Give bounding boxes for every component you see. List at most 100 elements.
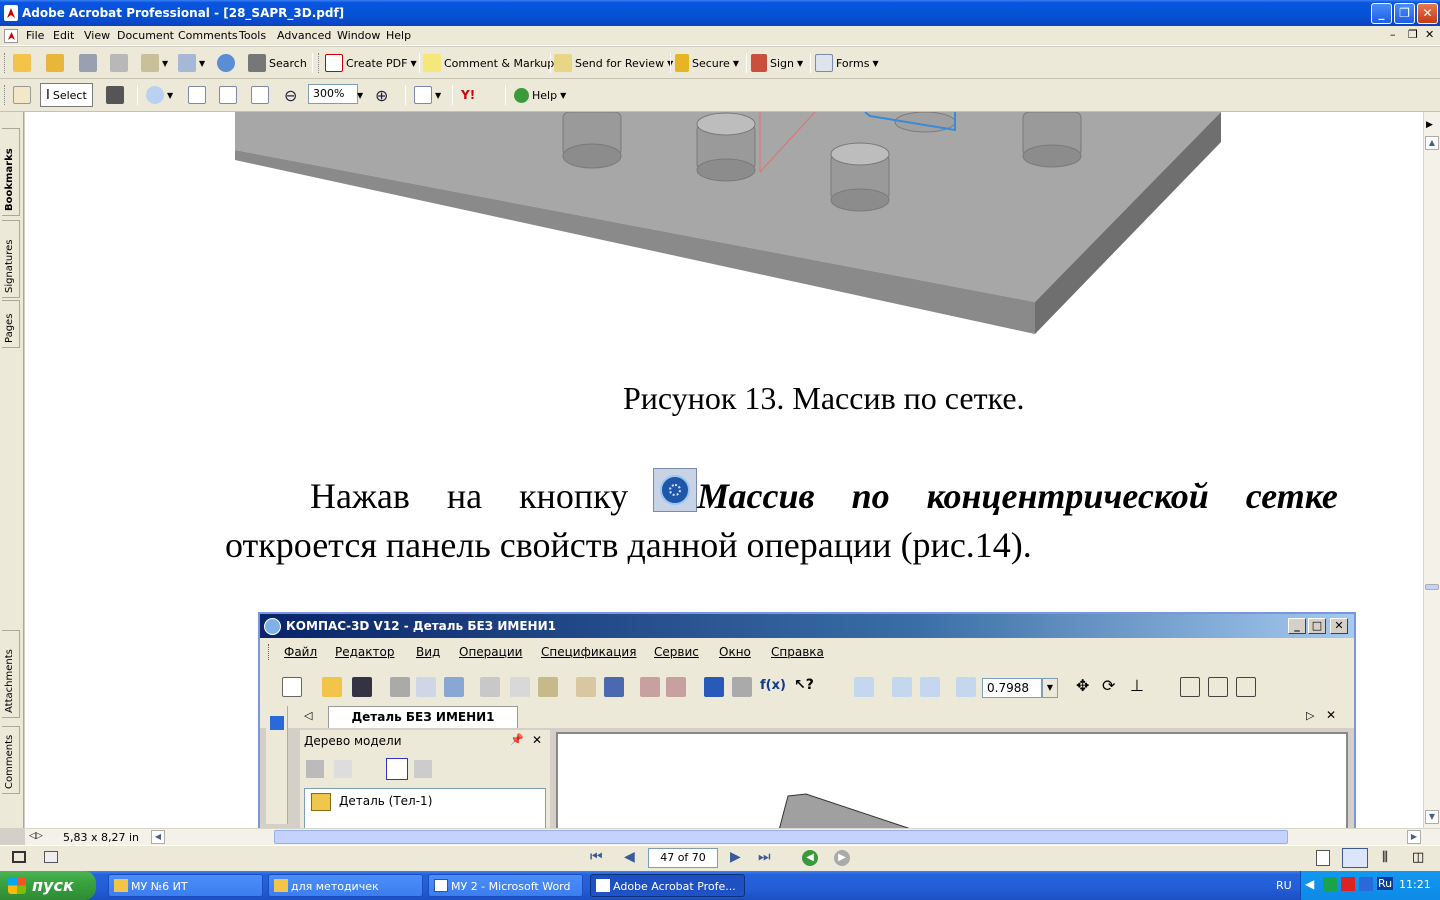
tab-comments[interactable]: Comments [2, 726, 20, 794]
zoom-in-button[interactable]: ⊕ [375, 84, 388, 106]
scroll-up-icon[interactable]: ▲ [1425, 136, 1439, 150]
go-back-icon[interactable]: ◀ [802, 850, 818, 866]
horizontal-scroll-thumb[interactable] [274, 830, 1288, 844]
kompas-undo-icon [640, 677, 660, 697]
document-icon[interactable] [4, 29, 18, 43]
send-review-label: Send for Review [575, 56, 665, 70]
menu-tools[interactable]: Tools [239, 29, 266, 42]
comment-markup-button[interactable]: Comment & Markup▼ [423, 52, 563, 74]
continuous-page-icon[interactable] [1342, 848, 1368, 868]
tray-arrow-icon[interactable]: ◀ [1305, 877, 1314, 891]
hand-tool-button[interactable] [13, 84, 31, 106]
scroll-down-icon[interactable]: ▼ [1425, 810, 1439, 824]
task-acrobat[interactable]: Adobe Acrobat Profe... [590, 874, 745, 897]
menu-bar: File Edit View Document Comments Tools A… [0, 26, 1440, 46]
go-forward-icon[interactable]: ▶ [834, 850, 850, 866]
first-page-icon[interactable]: ⏮ [590, 849, 603, 865]
task-label: для методичек [291, 880, 379, 893]
scroll-right-icon[interactable]: ▶ [1407, 830, 1421, 844]
document-view[interactable]: Рисунок 13. Массив по сетке. Нажав на кн… [25, 112, 1423, 828]
tab-bookmarks[interactable]: Bookmarks [2, 128, 20, 216]
task-word[interactable]: МУ 2 - Microsoft Word [428, 874, 583, 897]
last-page-icon[interactable]: ⏭ [758, 849, 771, 865]
doc-minimize-button[interactable]: – [1390, 28, 1396, 41]
fit-width-button[interactable] [251, 84, 269, 106]
show-navpane-icon[interactable] [12, 851, 26, 863]
zoom-dropdown-button[interactable]: ▼ [357, 84, 363, 106]
tray-app-icon[interactable] [1323, 877, 1337, 891]
tab-bookmarks-label: Bookmarks [4, 148, 15, 211]
rotate-button[interactable]: ▼ [414, 84, 441, 106]
attach-button[interactable]: ▼ [178, 52, 205, 74]
kompas-zoom-all-icon [892, 677, 912, 697]
single-page-icon[interactable] [1316, 850, 1330, 866]
tray-network-icon[interactable] [1359, 877, 1373, 891]
menu-advanced[interactable]: Advanced [277, 29, 331, 42]
open-button[interactable] [13, 52, 31, 74]
facing-pages-icon[interactable]: ⫼ [1382, 850, 1388, 865]
print-button[interactable] [110, 52, 128, 74]
doc-restore-button[interactable]: ❐ [1408, 28, 1418, 41]
folder-open-icon [13, 54, 31, 72]
email-icon [141, 54, 159, 72]
hand-icon [13, 86, 31, 104]
scroll-left-icon[interactable]: ◀ [151, 830, 165, 844]
vertical-scroll-thumb[interactable] [1425, 584, 1439, 590]
task-label: Adobe Acrobat Profe... [613, 880, 736, 893]
send-review-icon [554, 54, 572, 72]
menu-help[interactable]: Help [386, 29, 411, 42]
language-indicator[interactable]: RU [1276, 879, 1292, 892]
menu-document[interactable]: Document [117, 29, 174, 42]
menu-comments[interactable]: Comments [178, 29, 238, 42]
search-button[interactable]: Search [248, 52, 307, 74]
previous-page-icon[interactable]: ◀ [624, 849, 635, 865]
kompas-redo-icon [666, 677, 686, 697]
tab-signatures[interactable]: Signatures [2, 220, 20, 298]
zoom-input[interactable]: 300% [308, 84, 358, 104]
next-page-icon[interactable]: ▶ [730, 849, 741, 865]
start-button[interactable]: пуск [0, 871, 96, 900]
organizer-button[interactable] [46, 52, 64, 74]
snapshot-button[interactable] [106, 84, 124, 106]
close-button[interactable]: ✕ [1417, 3, 1438, 24]
select-tool-button[interactable]: Ⅰ Select [40, 83, 93, 107]
tab-pages[interactable]: Pages [2, 300, 20, 348]
tab-attachments[interactable]: Attachments [2, 630, 20, 718]
minimize-button[interactable]: _ [1371, 3, 1392, 24]
tray-antivirus-icon[interactable] [1341, 877, 1355, 891]
split-pane-right-icon: ▶ [1426, 120, 1433, 130]
continuous-facing-icon[interactable]: ◫ [1412, 850, 1424, 865]
task-folder-mu6[interactable]: МУ №6 ИТ [108, 874, 263, 897]
yahoo-toolbar-button[interactable]: Y! [461, 84, 475, 106]
menu-view[interactable]: View [84, 29, 110, 42]
kompas-title: КОМПАС-3D V12 - Деталь БЕЗ ИМЕНИ1 [286, 619, 556, 633]
create-pdf-button[interactable]: Create PDF ▼ [325, 52, 417, 74]
zoom-out-button[interactable]: ⊖ [284, 84, 297, 106]
actual-size-button[interactable] [188, 84, 206, 106]
vertical-scrollbar[interactable]: ▶ ▲ ▼ [1423, 112, 1440, 828]
kompas-tree-mode2-icon [414, 760, 432, 778]
print-icon [110, 54, 128, 72]
menu-file[interactable]: File [26, 29, 44, 42]
page-layout-icon[interactable] [44, 851, 58, 863]
email-button[interactable]: ▼ [141, 52, 168, 74]
tray-lang-icon[interactable]: Ru [1377, 877, 1394, 890]
fit-page-button[interactable] [219, 84, 237, 106]
help-button[interactable]: Help ▼ [514, 84, 566, 106]
forms-button[interactable]: Forms ▼ [815, 52, 879, 74]
doc-close-button[interactable]: ✕ [1425, 28, 1434, 41]
save-button[interactable] [79, 52, 97, 74]
folder-icon [274, 879, 288, 892]
sign-button[interactable]: Sign ▼ [751, 52, 803, 74]
task-folder-metodichki[interactable]: для методичек [268, 874, 423, 897]
maximize-button[interactable]: ❐ [1394, 3, 1415, 24]
kompas-tab-close-icon: ✕ [1326, 708, 1337, 722]
web-button[interactable] [217, 52, 235, 74]
send-review-button[interactable]: Send for Review▼ [554, 52, 673, 74]
page-number-field[interactable]: 47 of 70 [648, 848, 718, 868]
zoom-in-tool-button[interactable]: ▼ [146, 84, 173, 106]
secure-button[interactable]: Secure ▼ [675, 52, 739, 74]
split-pane-left-icon: ◁▷ [29, 831, 43, 841]
menu-edit[interactable]: Edit [53, 29, 74, 42]
menu-window[interactable]: Window [337, 29, 380, 42]
